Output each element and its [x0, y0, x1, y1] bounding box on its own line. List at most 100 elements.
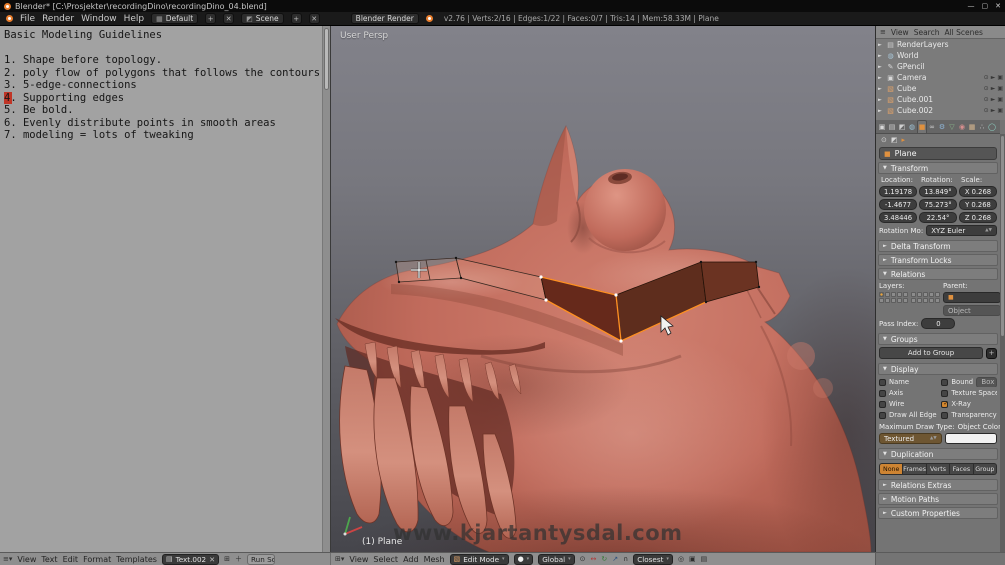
- manipulator-rotate-icon[interactable]: ↻: [601, 555, 607, 563]
- panel-transform[interactable]: ▼ Transform: [878, 162, 998, 174]
- run-script-button[interactable]: Run Script: [247, 553, 276, 565]
- proportional-edit-icon[interactable]: ◎: [678, 555, 684, 563]
- pivot-point-icon[interactable]: ⊙: [580, 555, 586, 563]
- panel-custom-properties[interactable]: ► Custom Properties: [878, 507, 998, 519]
- outliner-display-mode[interactable]: All Scenes: [944, 28, 982, 37]
- text-menu-format[interactable]: Format: [83, 555, 111, 564]
- screen-layout-selector[interactable]: ▦ Default: [151, 13, 199, 24]
- panel-groups[interactable]: ▼ Groups: [878, 333, 998, 345]
- tab-object-data[interactable]: ▽: [947, 120, 957, 133]
- tab-texture[interactable]: ▦: [967, 120, 977, 133]
- render-opengl-icon[interactable]: ▣: [689, 555, 696, 563]
- panel-transform-locks[interactable]: ► Transform Locks: [878, 254, 998, 266]
- display-name-checkbox[interactable]: Name: [879, 377, 937, 387]
- parent-field[interactable]: ■: [943, 292, 1001, 303]
- outliner-item-gpencil[interactable]: ► ✎ GPencil: [876, 61, 1005, 72]
- outliner-item-camera[interactable]: ► ▣ Camera ⊙ ► ▣: [876, 72, 1005, 83]
- tab-scene[interactable]: ◩: [897, 120, 907, 133]
- selectable-icon[interactable]: ►: [991, 107, 996, 114]
- location-z-field[interactable]: 3.48446: [879, 212, 917, 223]
- tab-render[interactable]: ▣: [877, 120, 887, 133]
- menu-file[interactable]: File: [20, 14, 35, 24]
- layout-delete-button[interactable]: ✕: [223, 13, 235, 24]
- view3d-menu-select[interactable]: Select: [373, 555, 398, 564]
- max-draw-type-dropdown[interactable]: Textured ▲▼: [879, 433, 942, 444]
- scale-x-field[interactable]: X 0.268: [959, 186, 997, 197]
- maximize-button[interactable]: ▢: [982, 2, 989, 10]
- duplication-frames-button[interactable]: Frames: [903, 463, 927, 475]
- text-editor-scrollbar[interactable]: [322, 26, 330, 552]
- display-draw-all-edges-checkbox[interactable]: Draw All Edges: [879, 410, 937, 420]
- selectable-icon[interactable]: ►: [991, 96, 996, 103]
- mode-selector[interactable]: ▧ Edit Mode ▾: [449, 553, 509, 565]
- outliner-menu-search[interactable]: Search: [914, 28, 940, 37]
- layout-add-button[interactable]: +: [205, 13, 217, 24]
- visibility-eye-icon[interactable]: ⊙: [984, 74, 989, 81]
- location-x-field[interactable]: 1.19178: [879, 186, 917, 197]
- menu-render[interactable]: Render: [42, 14, 74, 24]
- view3d-menu-add[interactable]: Add: [403, 555, 419, 564]
- render-engine-selector[interactable]: Blender Render: [350, 13, 419, 24]
- renderable-icon[interactable]: ▣: [997, 74, 1003, 81]
- visibility-eye-icon[interactable]: ⊙: [984, 96, 989, 103]
- panel-motion-paths[interactable]: ► Motion Paths: [878, 493, 998, 505]
- text-datablock-selector[interactable]: ▤ Text.002 ✕: [161, 553, 220, 565]
- manipulator-translate-icon[interactable]: ↔: [591, 555, 597, 563]
- tab-render-layers[interactable]: ▤: [887, 120, 897, 133]
- display-wire-checkbox[interactable]: Wire: [879, 399, 937, 409]
- minimize-button[interactable]: —: [968, 2, 975, 10]
- tab-physics[interactable]: ◯: [987, 120, 997, 133]
- render-animation-icon[interactable]: ▤: [701, 555, 708, 563]
- view3d-menu-mesh[interactable]: Mesh: [424, 555, 445, 564]
- new-group-button[interactable]: +: [986, 347, 997, 359]
- object-color-swatch[interactable]: [944, 433, 997, 444]
- blender-menu-icon[interactable]: [6, 15, 13, 22]
- selectable-icon[interactable]: ►: [991, 74, 996, 81]
- text-menu-text[interactable]: Text: [41, 555, 57, 564]
- properties-scrollbar[interactable]: [1000, 134, 1005, 552]
- panel-relations-extras[interactable]: ► Relations Extras: [878, 479, 998, 491]
- rotation-mode-dropdown[interactable]: XYZ Euler ▲▼: [926, 225, 997, 236]
- renderable-icon[interactable]: ▣: [997, 107, 1003, 114]
- view3d-menu-view[interactable]: View: [349, 555, 368, 564]
- location-y-field[interactable]: -1.4677: [879, 199, 917, 210]
- outliner-item-cube-002[interactable]: ► ▧ Cube.002 ⊙ ► ▣: [876, 105, 1005, 116]
- scale-y-field[interactable]: Y 0.268: [959, 199, 997, 210]
- expand-icon[interactable]: ►: [878, 53, 884, 59]
- editor-type-icon[interactable]: ⊞▾: [335, 555, 344, 563]
- text-menu-view[interactable]: View: [17, 555, 36, 564]
- viewport-shading-selector[interactable]: ● ▾: [513, 553, 534, 565]
- display-texture-space-checkbox[interactable]: Texture Space: [941, 388, 997, 398]
- outliner-menu-view[interactable]: View: [891, 28, 909, 37]
- layer-buttons[interactable]: [879, 292, 940, 303]
- line-numbers-toggle-icon[interactable]: ⊞: [224, 555, 230, 563]
- expand-icon[interactable]: ►: [878, 97, 884, 103]
- transform-orientation-selector[interactable]: Global ▾: [538, 553, 575, 565]
- duplication-none-button[interactable]: None: [879, 463, 904, 475]
- word-wrap-toggle-icon[interactable]: ＋: [235, 554, 242, 564]
- pass-index-field[interactable]: 0: [921, 318, 956, 329]
- scene-add-button[interactable]: +: [290, 13, 302, 24]
- duplication-verts-button[interactable]: Verts: [926, 463, 951, 475]
- menu-window[interactable]: Window: [81, 14, 117, 24]
- rotation-z-field[interactable]: 22.54°: [919, 212, 957, 223]
- tab-material[interactable]: ◉: [957, 120, 967, 133]
- tab-particles[interactable]: ∴: [977, 120, 987, 133]
- tab-constraints[interactable]: ∞: [927, 120, 937, 133]
- display-axis-checkbox[interactable]: Axis: [879, 388, 937, 398]
- scene-selector[interactable]: ◩ Scene: [241, 13, 284, 24]
- menu-help[interactable]: Help: [124, 14, 145, 24]
- tab-world[interactable]: ◍: [907, 120, 917, 133]
- manipulator-scale-icon[interactable]: ↗: [612, 555, 618, 563]
- expand-icon[interactable]: ►: [878, 86, 884, 92]
- pin-icon[interactable]: ⊙: [881, 136, 887, 144]
- dinosaur-model[interactable]: [331, 26, 875, 552]
- parent-type-dropdown[interactable]: Object: [943, 305, 1001, 316]
- outliner-item-renderlayers[interactable]: ► ▤ RenderLayers: [876, 39, 1005, 50]
- viewport-3d[interactable]: User Persp www.kjartantysdal.com (1) Pla…: [330, 26, 875, 552]
- snap-magnet-icon[interactable]: ∩: [623, 555, 628, 563]
- text-menu-templates[interactable]: Templates: [116, 555, 157, 564]
- duplication-group-button[interactable]: Group: [973, 463, 998, 475]
- object-name-field[interactable]: ■ Plane: [879, 147, 997, 160]
- panel-display[interactable]: ▼ Display: [878, 363, 998, 375]
